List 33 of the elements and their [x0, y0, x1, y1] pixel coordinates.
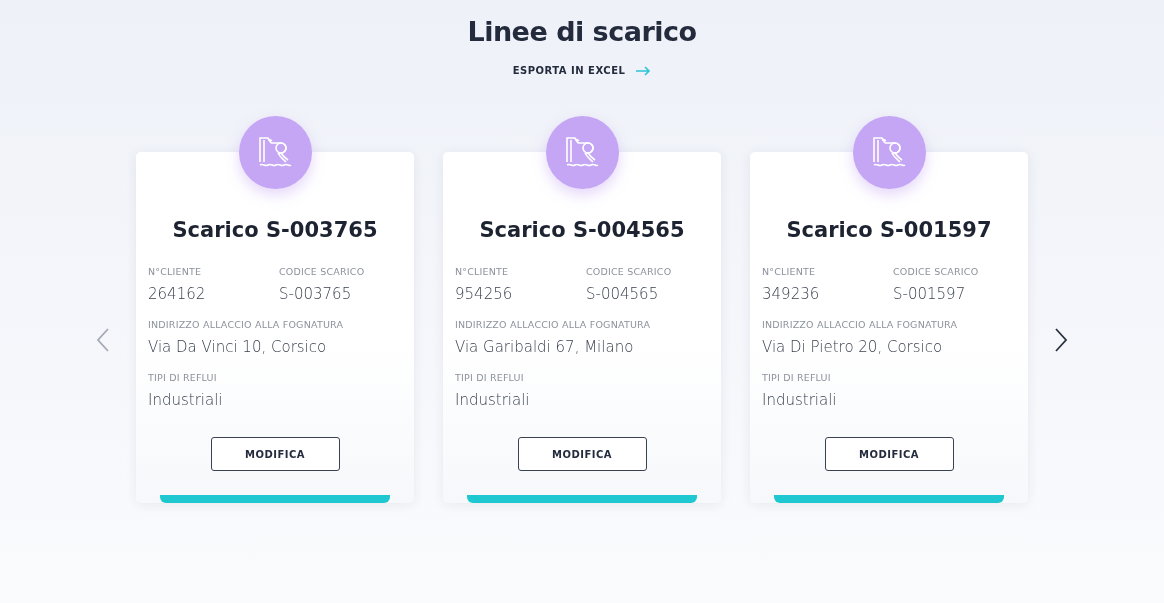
field-label: TIPI DI REFLUI [148, 372, 218, 383]
field-label: INDIRIZZO ALLACCIO ALLA FOGNATURA [148, 319, 345, 330]
edit-button[interactable]: MODIFICA [210, 437, 340, 471]
field-value: Industriali [455, 391, 531, 409]
field-value: Industriali [762, 391, 838, 409]
page-title: Linee di scarico [467, 16, 697, 47]
field-value: 264162 [148, 285, 207, 303]
field-label: TIPI DI REFLUI [455, 372, 525, 383]
arrow-right-icon [635, 65, 652, 76]
card-title: Scarico S-001597 [786, 218, 992, 242]
field-value: S-004565 [586, 285, 660, 303]
field-label: TIPI DI REFLUI [762, 372, 832, 383]
field-label: INDIRIZZO ALLACCIO ALLA FOGNATURA [762, 319, 959, 330]
card-title: Scarico S-003765 [172, 218, 378, 242]
field-label: CODICE SCARICO [893, 266, 980, 277]
field-label: N°CLIENTE [762, 266, 817, 277]
edit-button[interactable]: MODIFICA [824, 437, 954, 471]
export-link[interactable]: ESPORTA IN EXCEL [512, 65, 652, 76]
field-value: Via Garibaldi 67, Milano [455, 338, 635, 356]
field-label: N°CLIENTE [455, 266, 510, 277]
field-label: CODICE SCARICO [279, 266, 366, 277]
field-value: Industriali [148, 391, 224, 409]
card-title: Scarico S-004565 [479, 218, 685, 242]
field-label: CODICE SCARICO [586, 266, 673, 277]
field-value: S-001597 [893, 285, 967, 303]
field-label: INDIRIZZO ALLACCIO ALLA FOGNATURA [455, 319, 652, 330]
field-value: Via Di Pietro 20, Corsico [762, 338, 944, 356]
field-value: 954256 [455, 285, 514, 303]
field-value: 349236 [762, 285, 821, 303]
field-value: S-003765 [279, 285, 353, 303]
edit-button[interactable]: MODIFICA [517, 437, 647, 471]
field-value: Via Da Vinci 10, Corsico [148, 338, 328, 356]
field-label: N°CLIENTE [148, 266, 203, 277]
